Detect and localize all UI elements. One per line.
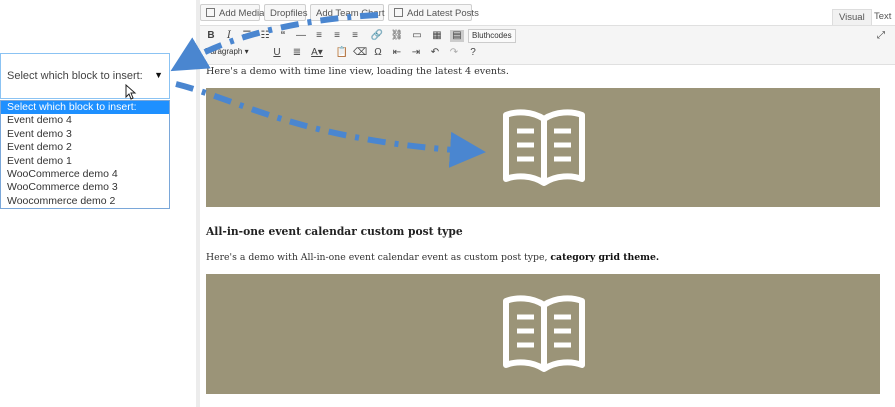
- remove-link-icon[interactable]: ⛓: [390, 30, 404, 42]
- horizontal-line-icon[interactable]: —: [294, 30, 308, 42]
- dropdown-arrow-icon[interactable]: ▼: [154, 70, 163, 80]
- select-option[interactable]: Select which block to insert:: [1, 101, 169, 115]
- media-icon: [206, 8, 215, 17]
- select-option[interactable]: Event demo 3: [1, 128, 169, 141]
- block-select-label: Select which block to insert:: [7, 70, 143, 82]
- book-icon: [503, 295, 585, 372]
- section-description: Here's a demo with All-in-one event cale…: [206, 252, 659, 263]
- select-option[interactable]: Event demo 1: [1, 155, 169, 168]
- shortcode-icon[interactable]: ▤: [450, 30, 464, 42]
- special-character-icon[interactable]: Ω: [371, 47, 385, 59]
- distraction-free-icon[interactable]: ⤢: [877, 30, 885, 41]
- outdent-icon[interactable]: ⇤: [390, 47, 404, 59]
- desc-text: Here's a demo with All-in-one event cale…: [206, 252, 551, 263]
- intro-paragraph: Here's a demo with time line view, loadi…: [206, 66, 509, 77]
- editor-toolbar: B I ☰ ☷ “ — ≡ ≡ ≡ 🔗 ⛓ ▭ ▦ ▤ Bluthcodes ⤢…: [200, 25, 895, 65]
- posts-icon: [394, 8, 403, 17]
- text-color-icon[interactable]: A▾: [310, 47, 324, 59]
- dropfiles-button[interactable]: Dropfiles: [264, 4, 308, 21]
- paste-text-icon[interactable]: 📋: [335, 47, 349, 59]
- book-icon: [503, 109, 585, 186]
- image-placeholder: [206, 88, 880, 207]
- select-option[interactable]: WooCommerce demo 4: [1, 168, 169, 181]
- insert-link-icon[interactable]: 🔗: [370, 30, 384, 42]
- bold-icon[interactable]: B: [204, 30, 218, 42]
- clear-formatting-icon[interactable]: ⌫: [353, 47, 367, 59]
- align-left-icon[interactable]: ≡: [312, 30, 326, 42]
- toolbar-toggle-icon[interactable]: ▦: [430, 30, 444, 42]
- help-icon[interactable]: ?: [466, 47, 480, 59]
- align-center-icon[interactable]: ≡: [330, 30, 344, 42]
- image-placeholder: [206, 274, 880, 394]
- select-option[interactable]: Woocommerce demo 2: [1, 195, 169, 208]
- block-select-options[interactable]: Select which block to insert: Event demo …: [0, 100, 170, 209]
- indent-icon[interactable]: ⇥: [409, 47, 423, 59]
- bluthcodes-button[interactable]: Bluthcodes: [468, 29, 516, 43]
- bulleted-list-icon[interactable]: ☰: [240, 30, 254, 42]
- select-option[interactable]: WooCommerce demo 3: [1, 181, 169, 194]
- add-team-chart-button[interactable]: Add Team Chart: [310, 4, 384, 21]
- editor-content[interactable]: Here's a demo with time line view, loadi…: [200, 64, 895, 407]
- select-option[interactable]: Event demo 2: [1, 141, 169, 154]
- tab-text[interactable]: Text: [868, 9, 895, 24]
- format-select[interactable]: Paragraph ▾: [205, 46, 249, 58]
- tab-visual[interactable]: Visual: [832, 9, 872, 25]
- select-option[interactable]: Event demo 4: [1, 114, 169, 127]
- underline-icon[interactable]: U: [270, 47, 284, 59]
- read-more-icon[interactable]: ▭: [410, 30, 424, 42]
- italic-icon[interactable]: I: [222, 30, 236, 42]
- blockquote-icon[interactable]: “: [276, 30, 290, 42]
- section-heading: All-in-one event calendar custom post ty…: [206, 225, 463, 238]
- add-media-button[interactable]: Add Media: [200, 4, 264, 21]
- mouse-cursor-icon: [125, 84, 137, 100]
- dropfiles-label: Dropfiles: [270, 8, 308, 19]
- justify-icon[interactable]: ≣: [290, 47, 304, 59]
- format-select-label: Paragraph: [205, 47, 243, 56]
- numbered-list-icon[interactable]: ☷: [258, 30, 272, 42]
- undo-icon[interactable]: ↶: [428, 47, 442, 59]
- add-team-chart-label: Add Team Chart: [316, 8, 385, 19]
- block-select[interactable]: Select which block to insert: ▼: [0, 53, 170, 99]
- add-media-label: Add Media: [219, 8, 265, 19]
- align-right-icon[interactable]: ≡: [348, 30, 362, 42]
- desc-bold-text: category grid theme.: [550, 252, 660, 263]
- redo-icon[interactable]: ↷: [447, 47, 461, 59]
- add-latest-posts-label: Add Latest Posts: [407, 8, 479, 19]
- add-latest-posts-button[interactable]: Add Latest Posts: [388, 4, 479, 21]
